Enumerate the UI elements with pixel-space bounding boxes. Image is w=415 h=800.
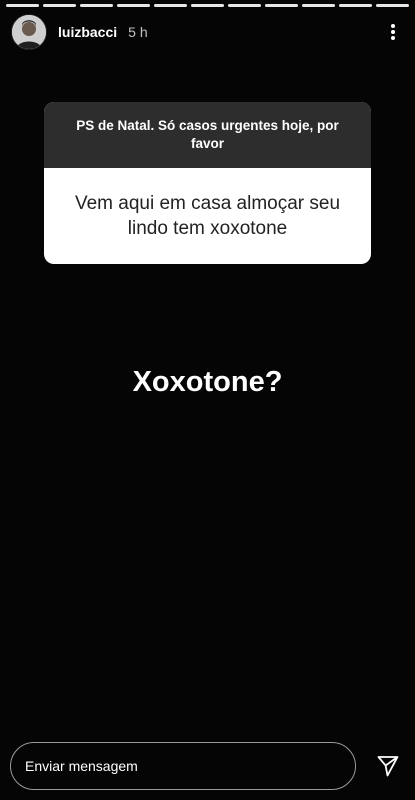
- send-button[interactable]: [371, 746, 405, 786]
- progress-segment: [80, 4, 113, 7]
- progress-segment: [154, 4, 187, 7]
- username[interactable]: luizbacci: [58, 24, 117, 40]
- progress-segment: [376, 4, 409, 7]
- avatar-photo-icon: [12, 15, 46, 49]
- story-header: luizbacci 5 h: [11, 14, 405, 50]
- progress-segment: [117, 4, 150, 7]
- more-vertical-icon: [391, 24, 395, 40]
- more-options-button[interactable]: [381, 14, 405, 50]
- message-placeholder: Enviar mensagem: [25, 758, 138, 774]
- question-sticker: PS de Natal. Só casos urgentes hoje, por…: [44, 102, 371, 264]
- progress-segment: [265, 4, 298, 7]
- progress-segment: [339, 4, 372, 7]
- progress-segment: [191, 4, 224, 7]
- progress-segment: [302, 4, 335, 7]
- progress-segment: [43, 4, 76, 7]
- question-text: PS de Natal. Só casos urgentes hoje, por…: [44, 102, 371, 168]
- send-icon: [377, 756, 399, 777]
- progress-segment: [228, 4, 261, 7]
- send-message-input[interactable]: Enviar mensagem: [10, 742, 356, 790]
- story-progress-bar: [6, 4, 409, 7]
- post-time: 5 h: [128, 24, 148, 40]
- story-footer: Enviar mensagem: [10, 741, 405, 791]
- story-caption: Xoxotone?: [132, 366, 283, 398]
- progress-segment: [6, 4, 39, 7]
- avatar[interactable]: [11, 14, 47, 50]
- answer-text: Vem aqui em casa almoçar seu lindo tem x…: [74, 193, 341, 239]
